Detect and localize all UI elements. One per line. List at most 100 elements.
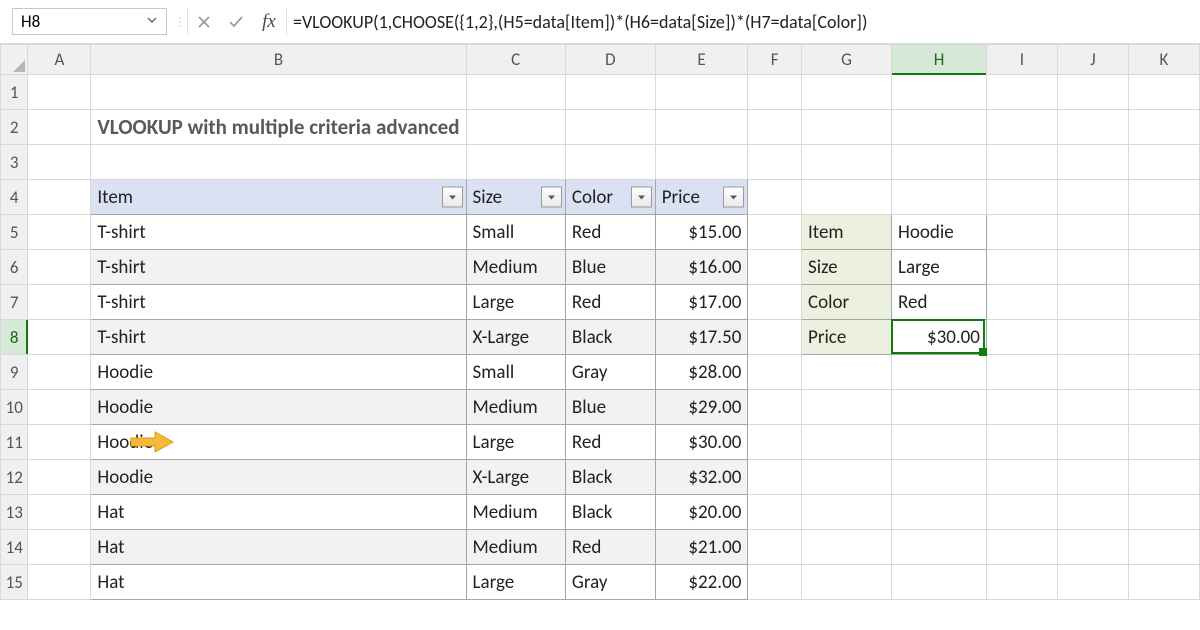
cell-G14[interactable] — [802, 530, 892, 565]
cell-I9[interactable] — [986, 355, 1057, 390]
row-header-7[interactable]: 7 — [1, 285, 28, 320]
cell-I4[interactable] — [986, 180, 1057, 215]
cell-K14[interactable] — [1128, 530, 1199, 565]
cell-B8[interactable]: T-shirt — [91, 320, 466, 355]
cell-J1[interactable] — [1057, 75, 1128, 110]
column-header-E[interactable]: E — [655, 45, 748, 75]
cell-K6[interactable] — [1128, 250, 1199, 285]
row-header-11[interactable]: 11 — [1, 425, 28, 460]
cell-F15[interactable] — [748, 565, 802, 600]
cell-A2[interactable] — [28, 110, 91, 145]
cell-E15[interactable]: $22.00 — [655, 565, 748, 600]
cell-E9[interactable]: $28.00 — [655, 355, 748, 390]
cell-I10[interactable] — [986, 390, 1057, 425]
cell-J11[interactable] — [1057, 425, 1128, 460]
cell-D11[interactable]: Red — [565, 425, 655, 460]
cell-J5[interactable] — [1057, 215, 1128, 250]
filter-dropdown-icon[interactable] — [723, 187, 744, 208]
worksheet[interactable]: ABCDEFGHIJK12VLOOKUP with multiple crite… — [0, 44, 1200, 600]
row-header-3[interactable]: 3 — [1, 145, 28, 180]
cell-J2[interactable] — [1057, 110, 1128, 145]
cell-C11[interactable]: Large — [466, 425, 565, 460]
cell-B1[interactable] — [91, 75, 466, 110]
column-header-B[interactable]: B — [91, 45, 466, 75]
cell-A8[interactable] — [28, 320, 91, 355]
cell-E13[interactable]: $20.00 — [655, 495, 748, 530]
cell-G9[interactable] — [802, 355, 892, 390]
cell-C10[interactable]: Medium — [466, 390, 565, 425]
row-header-8[interactable]: 8 — [1, 320, 28, 355]
cell-K9[interactable] — [1128, 355, 1199, 390]
confirm-formula-button[interactable] — [220, 0, 252, 43]
column-header-F[interactable]: F — [748, 45, 802, 75]
cell-I5[interactable] — [986, 215, 1057, 250]
cell-G1[interactable] — [802, 75, 892, 110]
cell-A12[interactable] — [28, 460, 91, 495]
cell-D8[interactable]: Black — [565, 320, 655, 355]
cell-F9[interactable] — [748, 355, 802, 390]
cell-E4[interactable]: Price — [655, 180, 748, 215]
cell-C7[interactable]: Large — [466, 285, 565, 320]
row-header-15[interactable]: 15 — [1, 565, 28, 600]
cell-C1[interactable] — [466, 75, 565, 110]
cell-K4[interactable] — [1128, 180, 1199, 215]
cell-F4[interactable] — [748, 180, 802, 215]
row-header-13[interactable]: 13 — [1, 495, 28, 530]
cell-C8[interactable]: X-Large — [466, 320, 565, 355]
cell-C4[interactable]: Size — [466, 180, 565, 215]
filter-dropdown-icon[interactable] — [631, 187, 652, 208]
cell-A5[interactable] — [28, 215, 91, 250]
cell-C12[interactable]: X-Large — [466, 460, 565, 495]
cell-B12[interactable]: Hoodie — [91, 460, 466, 495]
cell-A9[interactable] — [28, 355, 91, 390]
cell-J6[interactable] — [1057, 250, 1128, 285]
cell-I13[interactable] — [986, 495, 1057, 530]
cell-F3[interactable] — [748, 145, 802, 180]
cell-H13[interactable] — [892, 495, 987, 530]
cell-B4[interactable]: Item — [91, 180, 466, 215]
cell-F7[interactable] — [748, 285, 802, 320]
cell-B10[interactable]: Hoodie — [91, 390, 466, 425]
cell-G6[interactable]: Size — [802, 250, 892, 285]
cell-D13[interactable]: Black — [565, 495, 655, 530]
cell-D2[interactable] — [565, 110, 655, 145]
cell-H2[interactable] — [892, 110, 987, 145]
cell-I6[interactable] — [986, 250, 1057, 285]
row-header-2[interactable]: 2 — [1, 110, 28, 145]
cell-E3[interactable] — [655, 145, 748, 180]
cell-A15[interactable] — [28, 565, 91, 600]
cell-G11[interactable] — [802, 425, 892, 460]
cell-H15[interactable] — [892, 565, 987, 600]
cell-K7[interactable] — [1128, 285, 1199, 320]
cell-D10[interactable]: Blue — [565, 390, 655, 425]
column-header-A[interactable]: A — [28, 45, 91, 75]
cell-H1[interactable] — [892, 75, 987, 110]
select-all-button[interactable] — [1, 45, 28, 75]
row-header-12[interactable]: 12 — [1, 460, 28, 495]
cell-G3[interactable] — [802, 145, 892, 180]
cell-B3[interactable] — [91, 145, 466, 180]
cell-D6[interactable]: Blue — [565, 250, 655, 285]
cell-H5[interactable]: Hoodie — [892, 215, 987, 250]
cell-F2[interactable] — [748, 110, 802, 145]
column-header-D[interactable]: D — [565, 45, 655, 75]
cell-B9[interactable]: Hoodie — [91, 355, 466, 390]
row-header-14[interactable]: 14 — [1, 530, 28, 565]
column-header-C[interactable]: C — [466, 45, 565, 75]
cell-F8[interactable] — [748, 320, 802, 355]
cell-E2[interactable] — [655, 110, 748, 145]
cell-K15[interactable] — [1128, 565, 1199, 600]
cell-C15[interactable]: Large — [466, 565, 565, 600]
cell-C3[interactable] — [466, 145, 565, 180]
cell-J9[interactable] — [1057, 355, 1128, 390]
row-header-4[interactable]: 4 — [1, 180, 28, 215]
cell-G2[interactable] — [802, 110, 892, 145]
drag-handle-icon[interactable]: ··· — [173, 8, 187, 35]
column-header-J[interactable]: J — [1057, 45, 1128, 75]
formula-input[interactable]: =VLOOKUP(1,CHOOSE({1,2},(H5=data[Item])*… — [287, 0, 1200, 43]
cell-E8[interactable]: $17.50 — [655, 320, 748, 355]
cell-G15[interactable] — [802, 565, 892, 600]
cell-G7[interactable]: Color — [802, 285, 892, 320]
filter-dropdown-icon[interactable] — [442, 187, 463, 208]
cell-G5[interactable]: Item — [802, 215, 892, 250]
